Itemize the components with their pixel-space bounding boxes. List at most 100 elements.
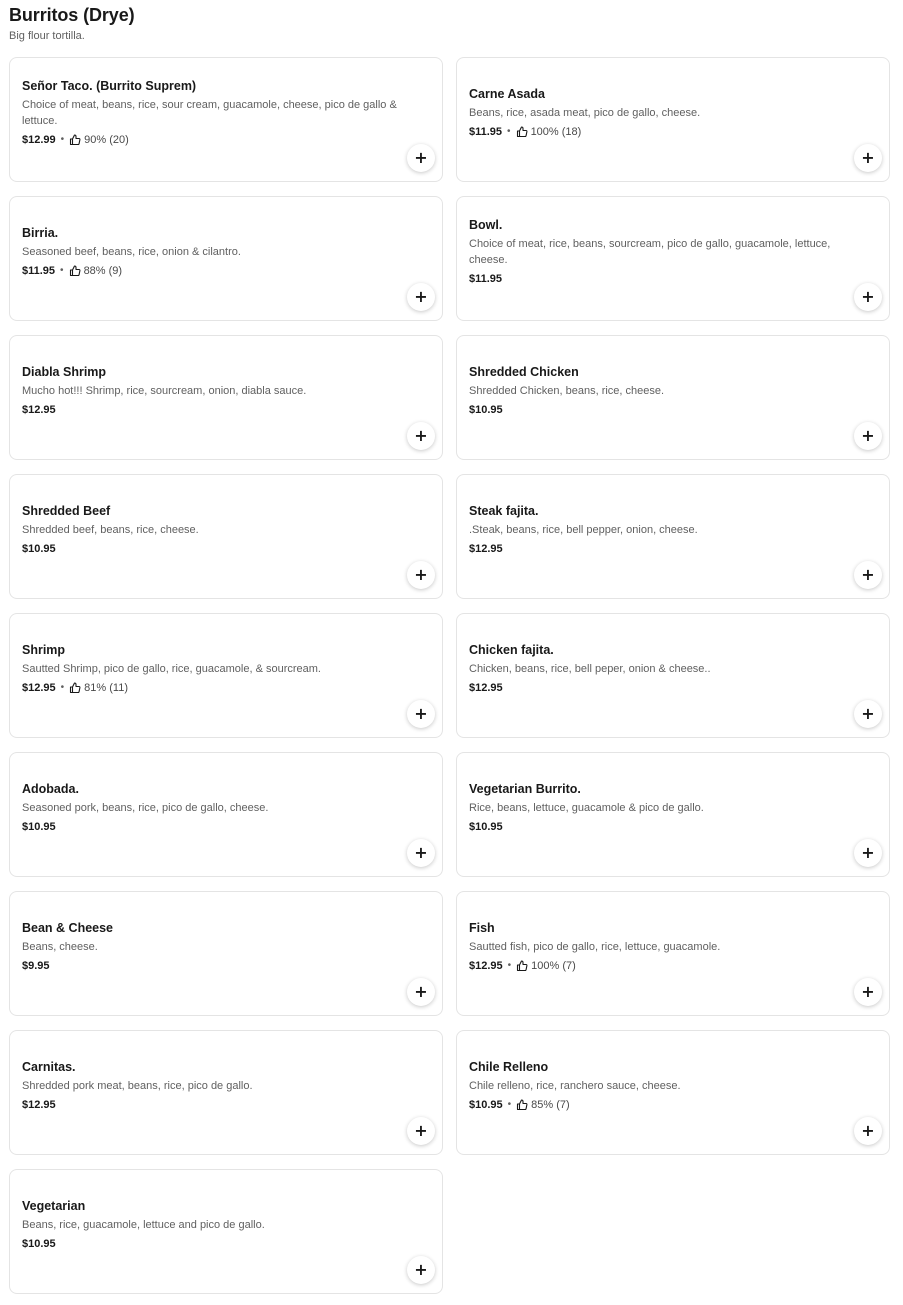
menu-item-card[interactable]: Shredded Chicken Shredded Chicken, beans… xyxy=(456,335,890,460)
menu-item-card[interactable]: Shredded Beef Shredded beef, beans, rice… xyxy=(9,474,443,599)
add-to-cart-button[interactable]: + xyxy=(407,561,435,589)
menu-item-card[interactable]: Chile Relleno Chile relleno, rice, ranch… xyxy=(456,1030,890,1155)
item-meta: $10.95 • xyxy=(22,819,402,835)
item-price: $10.95 xyxy=(22,820,56,833)
menu-item-card[interactable]: Bean & Cheese Beans, cheese. $9.95 • + xyxy=(9,891,443,1016)
item-name: Carnitas. xyxy=(22,1059,76,1074)
item-name: Shredded Beef xyxy=(22,503,111,518)
item-meta: $12.95 • 81% (11) xyxy=(22,680,402,696)
plus-icon: + xyxy=(414,564,428,584)
section-subtitle: Big flour tortilla. xyxy=(9,30,85,42)
menu-item-card[interactable]: Birria. Seasoned beef, beans, rice, onio… xyxy=(9,196,443,321)
item-description: Sautted fish, pico de gallo, rice, lettu… xyxy=(469,940,721,953)
item-description: Seasoned beef, beans, rice, onion & cila… xyxy=(22,245,241,258)
item-meta: $12.99 • 90% (20) xyxy=(22,132,402,148)
item-rating-group: • 90% (20) xyxy=(56,132,129,148)
item-price: $12.95 xyxy=(469,959,503,972)
menu-item-card[interactable]: Carnitas. Shredded pork meat, beans, ric… xyxy=(9,1030,443,1155)
item-rating: 81% (11) xyxy=(84,681,128,694)
item-name: Shredded Chicken xyxy=(469,364,579,379)
item-meta: $11.95 • 100% (18) xyxy=(469,124,849,140)
add-to-cart-button[interactable]: + xyxy=(854,1117,882,1145)
menu-items-grid: Señor Taco. (Burrito Suprem) Choice of m… xyxy=(9,57,890,1294)
thumbs-up-icon xyxy=(69,133,81,146)
add-to-cart-button[interactable]: + xyxy=(407,1256,435,1284)
item-description: Seasoned pork, beans, rice, pico de gall… xyxy=(22,801,269,814)
add-to-cart-button[interactable]: + xyxy=(407,144,435,172)
plus-icon: + xyxy=(861,1120,875,1140)
menu-item-card[interactable]: Shrimp Sautted Shrimp, pico de gallo, ri… xyxy=(9,613,443,738)
item-meta: $11.95 • xyxy=(469,271,849,287)
add-to-cart-button[interactable]: + xyxy=(407,1117,435,1145)
item-rating: 88% (9) xyxy=(83,264,123,277)
add-to-cart-button[interactable]: + xyxy=(407,978,435,1006)
item-price: $10.95 xyxy=(469,403,503,416)
plus-icon: + xyxy=(414,286,428,306)
plus-icon: + xyxy=(861,425,875,445)
plus-icon: + xyxy=(414,981,428,1001)
thumbs-up-icon xyxy=(516,125,528,138)
menu-item-card[interactable]: Vegetarian Beans, rice, guacamole, lettu… xyxy=(9,1169,443,1294)
item-price: $12.99 xyxy=(22,133,56,146)
item-description: Shredded beef, beans, rice, cheese. xyxy=(22,523,199,536)
plus-icon: + xyxy=(414,425,428,445)
plus-icon: + xyxy=(861,147,875,167)
item-name: Adobada. xyxy=(22,781,79,796)
item-name: Carne Asada xyxy=(469,86,545,101)
menu-item-card[interactable]: Adobada. Seasoned pork, beans, rice, pic… xyxy=(9,752,443,877)
add-to-cart-button[interactable]: + xyxy=(407,839,435,867)
add-to-cart-button[interactable]: + xyxy=(854,144,882,172)
item-meta: $12.95 • xyxy=(22,1097,402,1113)
item-price: $10.95 xyxy=(22,1237,56,1250)
separator-dot: • xyxy=(507,959,512,971)
separator-dot: • xyxy=(507,1098,512,1110)
add-to-cart-button[interactable]: + xyxy=(854,283,882,311)
add-to-cart-button[interactable]: + xyxy=(854,978,882,1006)
separator-dot: • xyxy=(60,133,65,145)
item-description: Shredded Chicken, beans, rice, cheese. xyxy=(469,384,665,397)
item-description: Shredded pork meat, beans, rice, pico de… xyxy=(22,1079,253,1092)
item-name: Chile Relleno xyxy=(469,1059,549,1074)
menu-item-card[interactable]: Fish Sautted fish, pico de gallo, rice, … xyxy=(456,891,890,1016)
item-name: Vegetarian Burrito. xyxy=(469,781,581,796)
add-to-cart-button[interactable]: + xyxy=(854,422,882,450)
menu-item-card[interactable]: Vegetarian Burrito. Rice, beans, lettuce… xyxy=(456,752,890,877)
add-to-cart-button[interactable]: + xyxy=(407,700,435,728)
item-meta: $12.95 • xyxy=(469,680,849,696)
item-meta: $11.95 • 88% (9) xyxy=(22,263,402,279)
item-rating: 85% (7) xyxy=(531,1098,570,1111)
item-rating-group: • 100% (7) xyxy=(503,958,576,974)
item-description: Beans, cheese. xyxy=(22,940,98,953)
add-to-cart-button[interactable]: + xyxy=(854,561,882,589)
menu-item-card[interactable]: Señor Taco. (Burrito Suprem) Choice of m… xyxy=(9,57,443,182)
add-to-cart-button[interactable]: + xyxy=(407,422,435,450)
item-description: Rice, beans, lettuce, guacamole & pico d… xyxy=(469,801,704,814)
item-meta: $9.95 • xyxy=(22,958,402,974)
item-description: Chile relleno, rice, ranchero sauce, che… xyxy=(469,1079,681,1092)
thumbs-up-icon xyxy=(516,1098,528,1111)
menu-item-card[interactable]: Carne Asada Beans, rice, asada meat, pic… xyxy=(456,57,890,182)
item-price: $12.95 xyxy=(22,1098,56,1111)
item-meta: $12.95 • xyxy=(22,402,402,418)
thumbs-up-icon xyxy=(516,959,528,972)
menu-item-card[interactable]: Diabla Shrimp Mucho hot!!! Shrimp, rice,… xyxy=(9,335,443,460)
item-description: Choice of meat, beans, rice, sour cream,… xyxy=(22,98,397,127)
menu-item-card[interactable]: Chicken fajita. Chicken, beans, rice, be… xyxy=(456,613,890,738)
plus-icon: + xyxy=(414,703,428,723)
item-rating-group: • 100% (18) xyxy=(502,124,581,140)
item-price: $9.95 xyxy=(22,959,50,972)
add-to-cart-button[interactable]: + xyxy=(854,839,882,867)
menu-item-card[interactable]: Steak fajita. .Steak, beans, rice, bell … xyxy=(456,474,890,599)
item-meta: $12.95 • 100% (7) xyxy=(469,958,849,974)
add-to-cart-button[interactable]: + xyxy=(407,283,435,311)
plus-icon: + xyxy=(861,842,875,862)
menu-item-card[interactable]: Bowl. Choice of meat, rice, beans, sourc… xyxy=(456,196,890,321)
item-name: Birria. xyxy=(22,225,59,240)
add-to-cart-button[interactable]: + xyxy=(854,700,882,728)
plus-icon: + xyxy=(861,564,875,584)
thumbs-up-icon xyxy=(69,681,81,694)
section-title: Burritos (Drye) xyxy=(9,5,135,25)
plus-icon: + xyxy=(414,1120,428,1140)
item-description: Choice of meat, rice, beans, sourcream, … xyxy=(469,237,831,266)
item-name: Fish xyxy=(469,920,495,935)
